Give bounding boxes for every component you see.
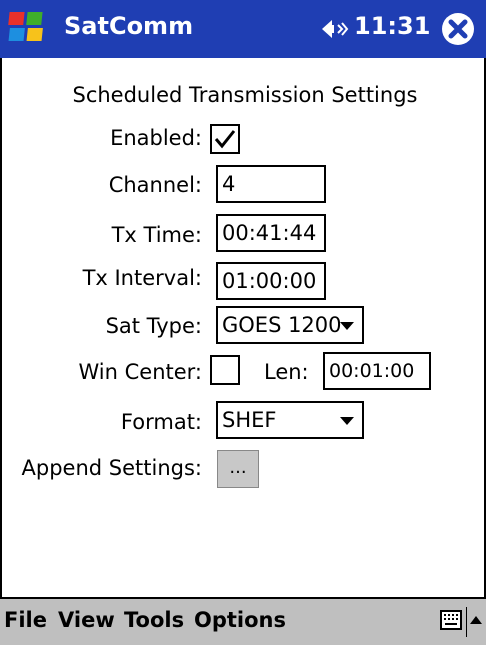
enabled-label: Enabled: [110, 126, 202, 150]
sat-type-label: Sat Type: [105, 314, 202, 338]
chevron-down-icon [340, 322, 354, 330]
sat-type-select[interactable]: GOES 1200 [216, 306, 364, 344]
clock[interactable]: 11:31 [354, 12, 430, 40]
menu-bar: File View Tools Options [0, 597, 486, 645]
format-label: Format: [120, 410, 202, 434]
format-select[interactable]: SHEF [216, 401, 364, 439]
append-settings-button[interactable]: ... [217, 450, 259, 488]
page-title: Scheduled Transmission Settings [72, 83, 418, 107]
keyboard-icon[interactable] [440, 610, 462, 630]
win-center-checkbox[interactable] [210, 355, 240, 385]
menu-options[interactable]: Options [194, 608, 286, 632]
close-icon[interactable] [438, 9, 478, 49]
tx-time-label: Tx Time: [111, 223, 202, 247]
settings-panel: Scheduled Transmission Settings Enabled:… [0, 58, 486, 597]
sat-type-value: GOES 1200 [222, 313, 342, 337]
len-input[interactable]: 00:01:00 [323, 352, 431, 390]
enabled-checkbox[interactable] [210, 124, 240, 154]
app-title: SatComm [64, 12, 194, 40]
speaker-icon[interactable] [320, 17, 350, 41]
windows-flag-icon[interactable] [8, 8, 46, 46]
menu-tools[interactable]: Tools [124, 608, 184, 632]
up-arrow-icon[interactable] [470, 616, 482, 624]
tx-interval-label: Tx Interval: [82, 266, 202, 290]
menu-separator [466, 607, 467, 637]
tx-interval-input[interactable]: 01:00:00 [216, 262, 326, 300]
win-center-label: Win Center: [78, 360, 202, 384]
menu-view[interactable]: View [58, 608, 115, 632]
checkmark-icon [214, 130, 236, 149]
chevron-down-icon [340, 417, 354, 425]
append-settings-label: Append Settings: [21, 456, 202, 480]
format-value: SHEF [222, 408, 277, 432]
tx-time-input[interactable]: 00:41:44 [216, 214, 326, 252]
len-label: Len: [264, 360, 309, 384]
title-bar: SatComm 11:31 [0, 0, 486, 58]
channel-label: Channel: [108, 173, 202, 197]
menu-file[interactable]: File [4, 608, 47, 632]
channel-input[interactable]: 4 [216, 165, 326, 203]
